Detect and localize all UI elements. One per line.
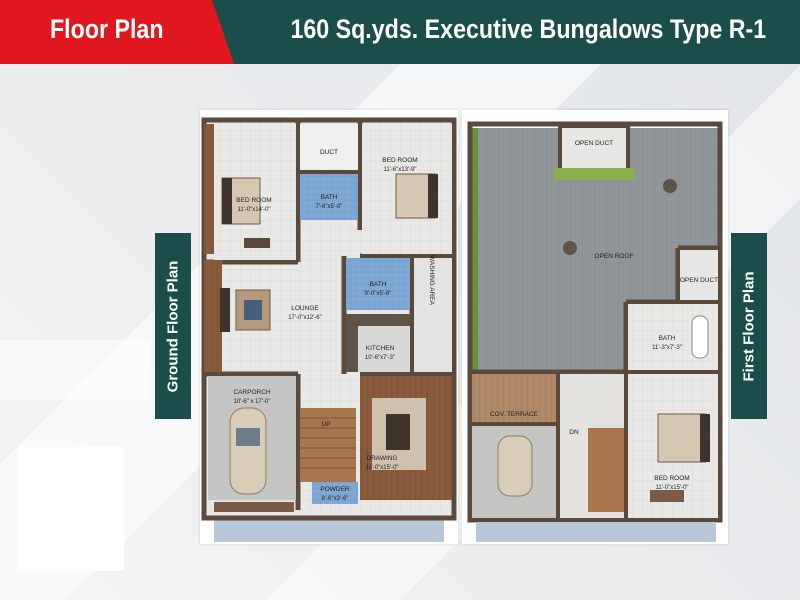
bathtub xyxy=(691,315,709,359)
gate-wall xyxy=(214,502,294,512)
planter xyxy=(554,168,634,180)
open-duct-side-label: OPEN DUCT xyxy=(680,277,718,284)
wood-wall xyxy=(204,260,222,372)
open-duct-top xyxy=(558,124,630,174)
washing-area-label: WASHING AREA xyxy=(428,255,435,306)
car xyxy=(497,435,533,497)
bed-room-1-size: 11'-0"x14'-0" xyxy=(237,207,270,213)
roof-table xyxy=(563,241,577,255)
dresser xyxy=(650,490,684,502)
carporch-label: CARPORCH xyxy=(233,389,271,396)
powder-size: 8'-6"x3'-6" xyxy=(322,496,349,502)
bath-1-label: BATH xyxy=(321,194,338,201)
header-bar: Floor Plan 160 Sq.yds. Executive Bungalo… xyxy=(0,0,800,64)
bed-1-headboard xyxy=(222,178,232,224)
lounge-table xyxy=(244,300,262,320)
lounge-size: 17'-0"x12'-6" xyxy=(288,315,322,321)
first-floor-label-text: First Floor Plan xyxy=(740,270,758,382)
drawing-table xyxy=(386,414,410,450)
bed-room-2-size: 11'-6"x13'-9" xyxy=(383,167,416,173)
lounge-label: LOUNGE xyxy=(291,305,319,312)
duct-label: DUCT xyxy=(320,149,338,156)
ground-landscape xyxy=(214,520,444,542)
first-bed xyxy=(657,413,707,463)
stairs xyxy=(588,428,624,512)
first-landscape xyxy=(476,522,716,542)
bath-1-size: 7'-6"x5'-0" xyxy=(316,204,343,210)
ground-floor-drawing: DUCT BED ROOM 11'-0"x14'-0" BATH 7'-6"x5… xyxy=(201,117,457,542)
drawing-label: DRAWING xyxy=(366,455,397,462)
open-duct-side xyxy=(680,250,718,300)
open-roof-label: OPEN ROOF xyxy=(594,253,633,260)
first-bath-size: 11'-3"x7'-3" xyxy=(652,345,682,351)
powder-label: POWDER xyxy=(320,486,350,493)
first-floor-plan: OPEN DUCT OPEN ROOF OPEN DUCT BATH 11'-3… xyxy=(462,110,728,544)
wood-wall xyxy=(204,124,214,254)
up-label: UP xyxy=(321,421,330,428)
background-panel xyxy=(0,340,150,400)
bed-room-2-label: BED ROOM xyxy=(382,157,417,164)
open-duct-top-label: OPEN DUCT xyxy=(575,140,613,147)
first-bed-room-label: BED ROOM xyxy=(654,475,689,482)
dn-label: DN xyxy=(569,429,579,436)
blank-panel xyxy=(18,447,124,571)
first-bed-headboard xyxy=(700,414,710,462)
kitchen-size: 10'-6"x7'-3" xyxy=(365,355,395,361)
header-left-title: Floor Plan xyxy=(50,14,164,44)
bath-2-size: 9'-0"x5'-6" xyxy=(365,291,392,297)
lounge-sofa xyxy=(220,288,230,332)
first-floor-drawing: OPEN DUCT OPEN ROOF OPEN DUCT BATH 11'-3… xyxy=(467,121,723,542)
kitchen-label: KITCHEN xyxy=(366,345,395,352)
cov-terrace-label: COV. TERRACE xyxy=(490,411,539,418)
car xyxy=(229,407,267,495)
roof-table xyxy=(663,179,677,193)
first-bed-room-size: 11'-0"x15'-0" xyxy=(655,485,688,491)
header-right-title: 160 Sq.yds. Executive Bungalows Type R-1 xyxy=(290,14,766,44)
ground-floor-label-text: Ground Floor Plan xyxy=(164,260,182,392)
ground-floor-label: Ground Floor Plan xyxy=(155,233,191,419)
first-bath-label: BATH xyxy=(659,335,676,342)
first-floor-label: First Floor Plan xyxy=(731,233,767,419)
duct xyxy=(300,124,358,170)
bed-room-1-label: BED ROOM xyxy=(236,197,271,204)
drawing-size: 11'-0"x15'-0" xyxy=(365,465,398,471)
kitchen-counter xyxy=(346,314,358,372)
car-windshield xyxy=(236,428,260,446)
carporch-size: 10'-6" x 17'-0" xyxy=(234,399,271,405)
ground-floor-plan: DUCT BED ROOM 11'-0"x14'-0" BATH 7'-6"x5… xyxy=(200,110,458,544)
bath-2-label: BATH xyxy=(370,281,387,288)
bed-2-headboard xyxy=(428,174,438,218)
stairs xyxy=(300,408,356,482)
tv-unit xyxy=(244,238,270,248)
